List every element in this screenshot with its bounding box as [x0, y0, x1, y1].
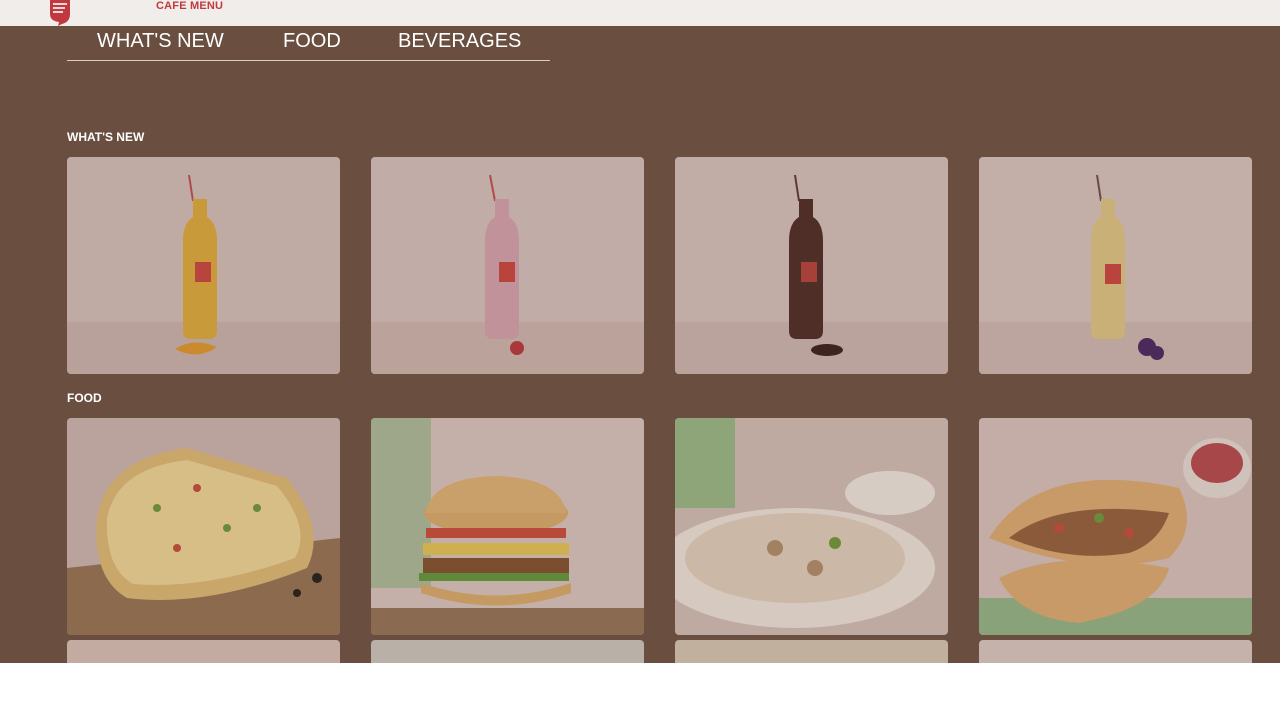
menu-card-food-4[interactable]	[979, 418, 1252, 635]
section-heading-whats-new: WHAT'S NEW	[67, 130, 145, 144]
menu-card-row3-3[interactable]	[675, 640, 948, 663]
menu-card-whats-new-2[interactable]	[371, 157, 644, 374]
veg-burger-image-icon	[371, 418, 644, 635]
chocolate-shake-bottle-icon	[675, 157, 948, 374]
menu-card-whats-new-1[interactable]	[67, 157, 340, 374]
top-bar: CAFE MENU	[0, 0, 1280, 26]
cafe-coffee-day-logo-icon[interactable]	[50, 0, 70, 26]
tab-whats-new[interactable]: WHAT'S NEW	[97, 30, 224, 53]
strawberry-shake-bottle-icon	[371, 157, 644, 374]
tab-beverages[interactable]: BEVERAGES	[398, 30, 521, 53]
brand-title[interactable]: CAFE MENU	[156, 0, 223, 12]
menu-card-row3-2[interactable]	[371, 640, 644, 663]
section-heading-food: FOOD	[67, 391, 102, 405]
biryani-rice-image-icon	[675, 418, 948, 635]
menu-card-whats-new-3[interactable]	[675, 157, 948, 374]
mango-shake-bottle-icon	[67, 157, 340, 374]
menu-card-food-1[interactable]	[67, 418, 340, 635]
menu-card-row3-4[interactable]	[979, 640, 1252, 663]
tab-food[interactable]: FOOD	[283, 30, 341, 53]
menu-overlay: WHAT'S NEW FOOD BEVERAGES WHAT'S NEW FOO…	[0, 26, 1280, 663]
menu-card-food-2[interactable]	[371, 418, 644, 635]
vanilla-shake-bottle-icon	[979, 157, 1252, 374]
menu-card-whats-new-4[interactable]	[979, 157, 1252, 374]
menu-card-food-3[interactable]	[675, 418, 948, 635]
menu-card-row3-1[interactable]	[67, 640, 340, 663]
garlic-bread-image-icon	[67, 418, 340, 635]
menu-tabs: WHAT'S NEW FOOD BEVERAGES	[67, 28, 550, 61]
wrap-sandwich-image-icon	[979, 418, 1252, 635]
